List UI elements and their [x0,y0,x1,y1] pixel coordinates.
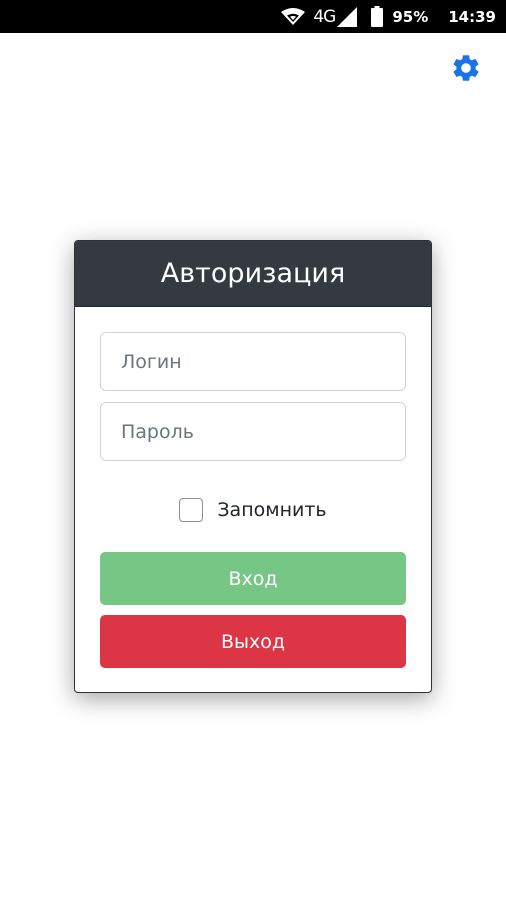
dialog-title: Авторизация [160,258,346,289]
dialog-body: Запомнить Вход Выход [75,307,431,668]
remember-row: Запомнить [100,496,406,524]
gear-icon [453,55,479,81]
network-type: 4G [313,6,336,27]
status-bar: 4G 95% 14:39 [0,0,506,33]
wifi-icon [281,7,306,26]
battery-percent: 95% [392,7,429,26]
login-button[interactable]: Вход [100,552,406,605]
settings-button[interactable] [450,52,482,84]
signal-icon [337,6,358,27]
login-dialog: Авторизация Запомнить Вход Выход [74,240,432,693]
login-input[interactable] [100,332,406,391]
password-input[interactable] [100,402,406,461]
exit-button[interactable]: Выход [100,615,406,668]
battery-icon [371,6,384,27]
remember-checkbox[interactable] [179,498,204,522]
remember-label[interactable]: Запомнить [217,499,326,521]
dialog-header: Авторизация [75,241,431,307]
clock: 14:39 [448,7,496,26]
